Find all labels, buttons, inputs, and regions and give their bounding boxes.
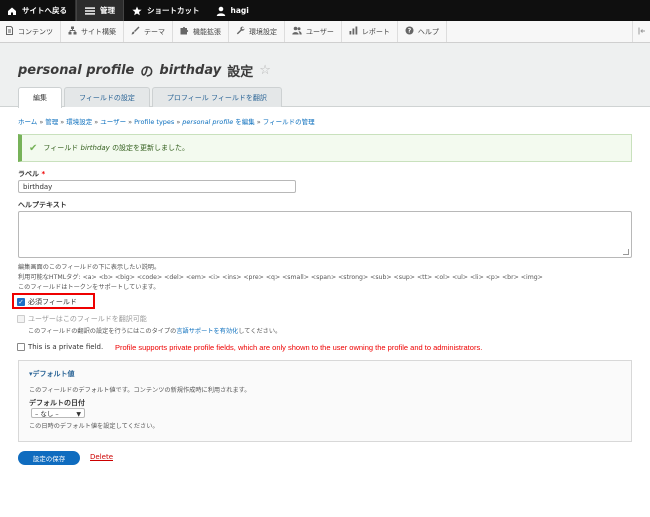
default-date-desc: この日時のデフォルト値を設定してください。 <box>29 423 159 430</box>
translatable-label: ユーザーはこのフィールドを翻訳可能 <box>28 315 147 323</box>
content-icon <box>5 26 14 37</box>
svg-text:?: ? <box>408 28 412 35</box>
breadcrumb-config[interactable]: 環境設定 <box>66 118 92 126</box>
star-icon <box>132 6 142 16</box>
tab-edit[interactable]: 編集 <box>18 87 62 108</box>
manage-label: 管理 <box>100 6 115 15</box>
default-date-select[interactable]: – なし – ▼ <box>31 408 85 418</box>
help-desc-1: 編集画面のこのフィールドの下に表示したい説明。 <box>18 264 161 271</box>
breadcrumb-manage-fields[interactable]: フィールドの管理 <box>263 118 315 126</box>
help-icon: ? <box>405 26 414 37</box>
tray-orientation-toggle[interactable] <box>632 21 650 42</box>
tab-field-settings[interactable]: フィールドの設定 <box>64 87 150 107</box>
help-text-title: ヘルプテキスト <box>18 201 67 209</box>
default-value-desc: このフィールドのデフォルト値です。コンテンツの新規作成時に利用されます。 <box>29 387 251 394</box>
help-desc-tokens: このフィールドはトークンをサポートしています。 <box>18 284 160 291</box>
tray-item-config[interactable]: 環境設定 <box>229 21 285 42</box>
breadcrumb-admin[interactable]: 管理 <box>45 118 58 126</box>
private-field-checkbox-row[interactable]: This is a private field. <box>17 343 103 351</box>
tray-item-label: テーマ <box>144 27 165 36</box>
delete-link[interactable]: Delete <box>90 453 113 461</box>
label-input[interactable]: birthday <box>18 180 296 193</box>
primary-tabs: 編集 フィールドの設定 プロフィール フィールドを翻訳 <box>18 87 282 108</box>
back-to-site-label: サイトへ戻る <box>22 6 67 15</box>
user-label: hagi <box>230 6 249 15</box>
tray-item-label: レポート <box>361 27 390 36</box>
select-arrow-icon: ▼ <box>76 411 81 418</box>
wrench-icon <box>236 26 245 37</box>
private-field-annotation: Profile supports private profile fields,… <box>115 343 483 352</box>
admin-tray: コンテンツ サイト構築 テーマ 機能拡張 環境設定 ユーザー レポート ? ヘル… <box>0 21 650 43</box>
label-field-title: ラベル * <box>18 170 46 178</box>
title-field: birthday <box>159 63 222 78</box>
paintbrush-icon <box>131 26 140 37</box>
tab-translate[interactable]: プロフィール フィールドを翻訳 <box>151 87 282 107</box>
shortcuts-label: ショートカット <box>147 6 200 15</box>
default-value-fieldset: ▾デフォルト値 このフィールドのデフォルト値です。コンテンツの新規作成時に利用さ… <box>18 360 632 442</box>
tray-item-reports[interactable]: レポート <box>342 21 398 42</box>
enable-language-support-link[interactable]: 言語サポートを有効化 <box>176 328 238 335</box>
tray-item-people[interactable]: ユーザー <box>285 21 342 42</box>
required-field-checkbox-row[interactable]: ✓ 必須フィールド <box>17 297 77 307</box>
tray-item-label: サイト構築 <box>81 27 116 36</box>
page-title: personal profile の birthday 設定 ☆ <box>18 61 271 80</box>
default-value-legend[interactable]: ▾デフォルト値 <box>29 369 75 379</box>
required-checkbox[interactable]: ✓ <box>17 298 25 306</box>
tray-item-help[interactable]: ? ヘルプ <box>398 21 447 42</box>
breadcrumb: ホーム» 管理» 環境設定» ユーザー» Profile types» personal … <box>18 118 315 126</box>
save-settings-button[interactable]: 設定の保存 <box>18 451 80 465</box>
tray-item-extend[interactable]: 機能拡張 <box>173 21 229 42</box>
tray-item-appearance[interactable]: テーマ <box>124 21 173 42</box>
private-checkbox-label: This is a private field. <box>28 343 104 351</box>
checkmark-icon: ✔ <box>29 142 38 154</box>
title-of: の <box>140 65 154 80</box>
title-bundle: personal profile <box>18 63 135 78</box>
resize-handle-icon[interactable] <box>623 249 629 255</box>
translatable-checkbox-row: ユーザーはこのフィールドを翻訳可能 <box>17 314 147 324</box>
back-to-site-button[interactable]: サイトへ戻る <box>0 0 76 21</box>
tray-item-label: ユーザー <box>306 27 334 36</box>
title-suffix: 設定 <box>227 65 254 80</box>
tray-item-label: 環境設定 <box>249 27 277 36</box>
status-message-text: フィールド birthday の設定を更新しました。 <box>43 144 190 152</box>
shortcut-star-icon[interactable]: ☆ <box>259 63 271 78</box>
breadcrumb-people[interactable]: ユーザー <box>100 118 126 126</box>
structure-icon <box>68 26 77 37</box>
puzzle-icon <box>180 26 189 37</box>
people-icon <box>292 26 302 37</box>
status-message: ✔ フィールド birthday の設定を更新しました。 <box>18 134 632 162</box>
breadcrumb-home[interactable]: ホーム <box>18 118 37 126</box>
required-mark: * <box>41 170 46 178</box>
menu-icon <box>85 6 95 16</box>
tray-item-label: 機能拡張 <box>193 27 221 36</box>
tray-item-structure[interactable]: サイト構築 <box>61 21 124 42</box>
shortcuts-button[interactable]: ショートカット <box>124 0 208 21</box>
tray-item-label: コンテンツ <box>18 27 53 36</box>
tray-item-content[interactable]: コンテンツ <box>0 21 61 42</box>
tray-item-label: ヘルプ <box>417 27 439 36</box>
breadcrumb-edit-profile[interactable]: personal profile を編集 <box>182 118 255 126</box>
private-checkbox[interactable] <box>17 343 25 351</box>
breadcrumb-profile-types[interactable]: Profile types <box>134 118 174 126</box>
orientation-icon <box>638 27 646 37</box>
translatable-desc: このフィールドの翻訳の設定を行うにはこのタイプの言語サポートを有効化してください… <box>28 328 282 335</box>
default-date-label: デフォルトの日付 <box>29 399 85 407</box>
required-checkbox-label: 必須フィールド <box>28 298 77 306</box>
manage-button[interactable]: 管理 <box>76 0 124 21</box>
chart-icon <box>349 26 358 37</box>
home-icon <box>7 6 17 16</box>
user-icon <box>216 6 226 16</box>
help-desc-allowed-tags: 利用可能なHTMLタグ: <a> <b> <big> <code> <del> … <box>18 274 543 281</box>
admin-toolbar: サイトへ戻る 管理 ショートカット hagi <box>0 0 650 21</box>
help-text-textarea[interactable] <box>18 211 632 258</box>
translatable-checkbox <box>17 315 25 323</box>
user-button[interactable]: hagi <box>208 0 257 21</box>
